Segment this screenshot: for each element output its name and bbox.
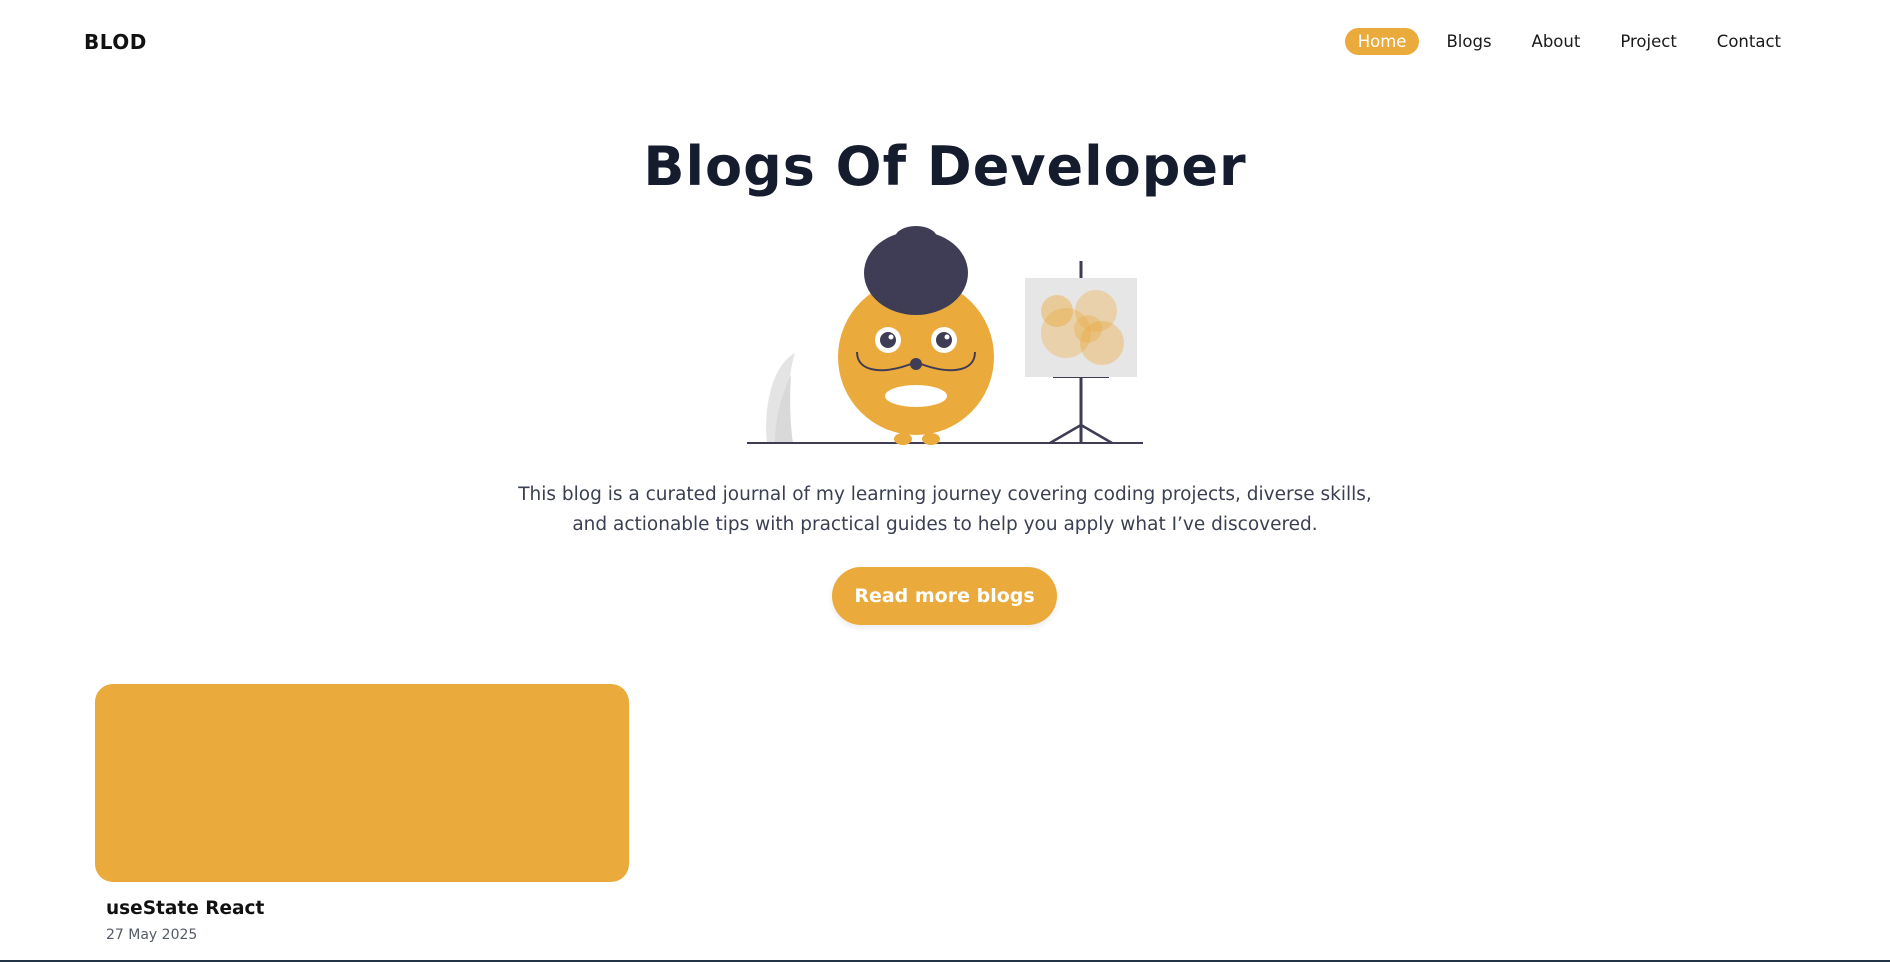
brand-logo[interactable]: BLOD <box>84 30 147 54</box>
read-more-blogs-button[interactable]: Read more blogs <box>832 567 1057 625</box>
nav-item-blogs[interactable]: Blogs <box>1433 28 1504 55</box>
hero-illustration <box>747 226 1143 445</box>
hero-description-line-2: and actionable tips with practical guide… <box>572 514 1318 535</box>
hero-description-line-1: This blog is a curated journal of my lea… <box>518 484 1372 505</box>
nav-item-project[interactable]: Project <box>1607 28 1689 55</box>
page: BLOD Home Blogs About Project Contact Bl… <box>0 0 1890 962</box>
character-icon <box>838 226 994 445</box>
hero-description: This blog is a curated journal of my lea… <box>495 480 1395 540</box>
blog-card-title[interactable]: useState React <box>106 898 629 919</box>
easel-icon <box>1025 261 1137 445</box>
nav-item-contact[interactable]: Contact <box>1704 28 1794 55</box>
nav-item-about[interactable]: About <box>1519 28 1594 55</box>
blog-card-thumbnail[interactable] <box>95 684 629 882</box>
hero-title: Blogs Of Developer <box>643 135 1247 198</box>
nav-item-home[interactable]: Home <box>1344 28 1420 55</box>
main-nav: Home Blogs About Project Contact <box>1331 28 1794 55</box>
blog-card[interactable]: useState React 27 May 2025 <box>95 684 629 943</box>
plant-icon <box>766 353 795 443</box>
blog-card-date: 27 May 2025 <box>106 927 198 943</box>
